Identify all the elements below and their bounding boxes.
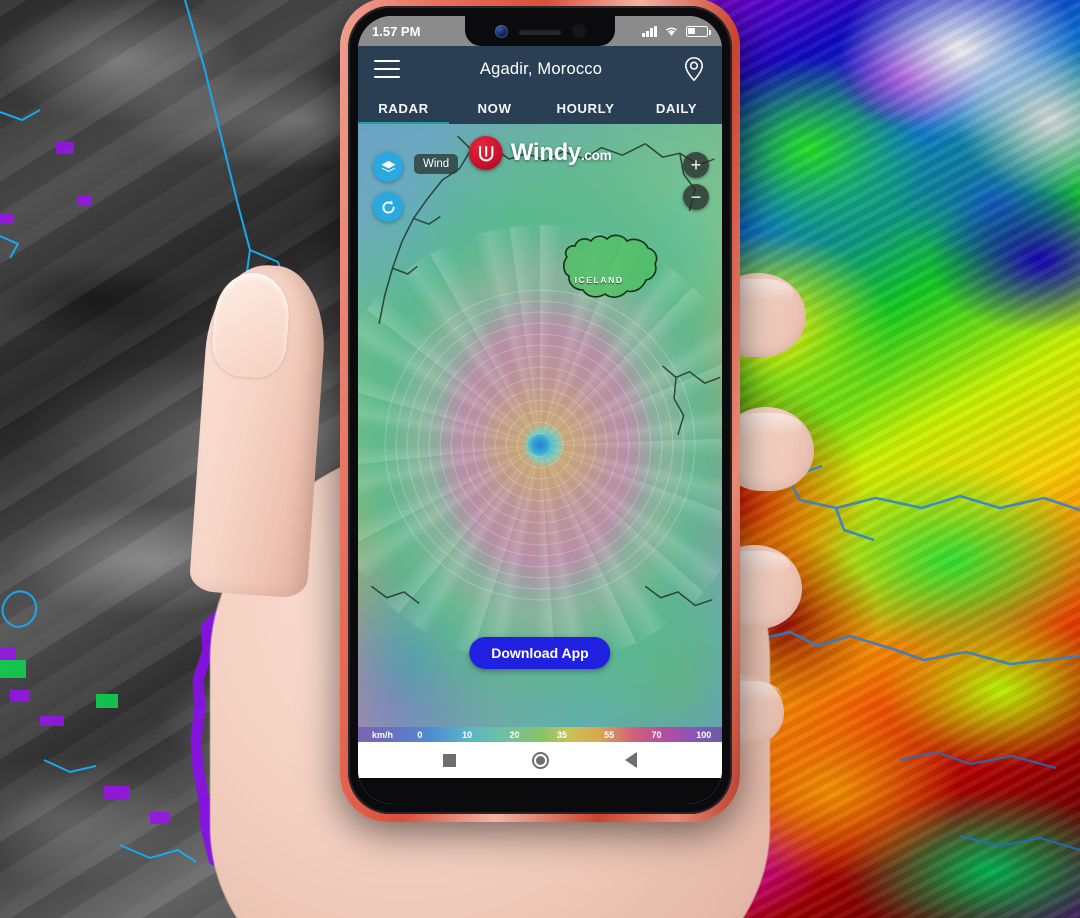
phone-notch	[465, 16, 615, 46]
screenshot-stage: 1.57 PM Agadir, Morocco RADAR NOW HOURLY…	[0, 0, 1080, 918]
legend-tick-10: 10	[462, 729, 473, 740]
legend-tick-55: 55	[604, 729, 615, 740]
hamburger-menu-icon[interactable]	[374, 60, 400, 78]
active-tab-indicator	[358, 121, 449, 124]
windy-logo: Windy.com	[468, 136, 612, 170]
tab-daily[interactable]: DAILY	[631, 92, 722, 124]
legend-unit: km/h	[372, 729, 394, 740]
tab-radar[interactable]: RADAR	[358, 92, 449, 124]
app-header: Agadir, Morocco RADAR NOW HOURLY DAILY	[358, 46, 722, 124]
page-title: Agadir, Morocco	[479, 59, 603, 78]
phone-screen: 1.57 PM Agadir, Morocco RADAR NOW HOURLY…	[358, 16, 722, 804]
active-layer-chip[interactable]: Wind	[414, 154, 459, 174]
battery-icon	[686, 25, 711, 37]
iceland-landmass	[562, 234, 657, 298]
zoom-out-button[interactable]: −	[683, 184, 709, 210]
status-icons	[642, 25, 711, 37]
status-time: 1.57 PM	[372, 23, 421, 39]
zoom-in-button[interactable]: +	[683, 152, 709, 178]
refresh-icon[interactable]	[373, 192, 403, 222]
tab-hourly[interactable]: HOURLY	[540, 92, 631, 124]
android-nav-bar	[358, 742, 722, 778]
layers-stack-icon[interactable]	[373, 152, 403, 182]
front-camera-icon	[494, 24, 508, 38]
legend-tick-0: 0	[417, 729, 423, 740]
smartphone: 1.57 PM Agadir, Morocco RADAR NOW HOURLY…	[340, 0, 740, 822]
weather-map[interactable]: ICELAND Windy.com Wind + − Download App …	[358, 124, 722, 742]
proximity-sensor-icon	[571, 24, 586, 38]
app-header-top: Agadir, Morocco	[358, 46, 722, 92]
phone-body: 1.57 PM Agadir, Morocco RADAR NOW HOURLY…	[348, 6, 732, 814]
iceland-label: ICELAND	[574, 275, 624, 286]
circle-home-icon[interactable]	[532, 751, 549, 769]
square-recents-icon[interactable]	[443, 753, 456, 767]
earpiece-speaker	[517, 27, 562, 35]
windy-mark-icon	[468, 136, 503, 170]
signal-bars-icon	[642, 25, 657, 37]
legend-tick-100: 100	[696, 729, 712, 740]
windy-name: Windy	[510, 139, 582, 166]
windy-suffix: .com	[580, 148, 612, 163]
legend-tick-20: 20	[509, 729, 520, 740]
tab-bar: RADAR NOW HOURLY DAILY	[358, 92, 722, 124]
legend-tick-70: 70	[651, 729, 662, 740]
triangle-back-icon[interactable]	[625, 752, 637, 768]
wind-speed-legend: km/h 0 10 20 35 55 70 100	[358, 727, 722, 742]
phone-chin	[358, 778, 722, 804]
download-app-button[interactable]: Download App	[469, 637, 611, 669]
windy-wordmark: Windy.com	[511, 139, 612, 167]
wifi-icon	[665, 27, 678, 36]
location-pin-icon[interactable]	[682, 56, 706, 82]
legend-tick-35: 35	[556, 729, 567, 740]
tab-now[interactable]: NOW	[449, 92, 540, 124]
